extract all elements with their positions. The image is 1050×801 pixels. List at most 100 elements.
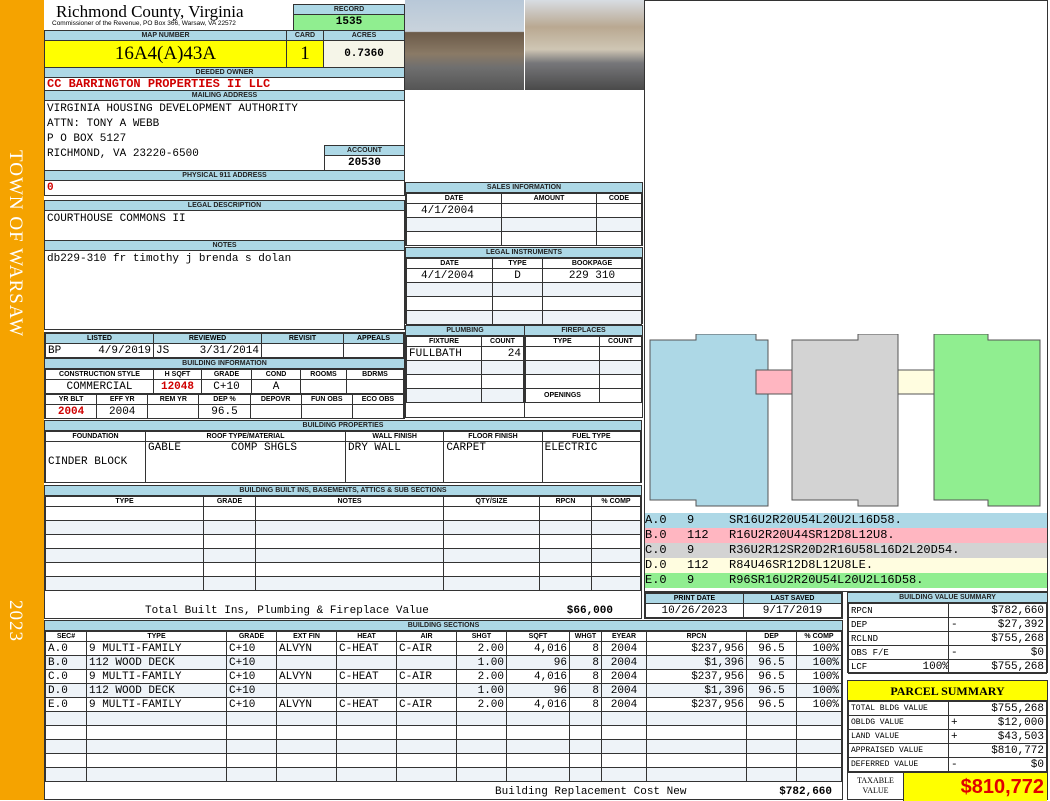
cell: [591, 506, 641, 521]
section-cell: C+10: [226, 641, 277, 656]
value-amount: - $27,392: [948, 617, 1047, 632]
county-title: Richmond County, Virginia: [56, 2, 244, 21]
cell: [591, 576, 641, 591]
cell: [443, 520, 540, 535]
parcel-summary-row: APPRAISED VALUE $810,772: [848, 743, 1047, 758]
section-cell: [746, 767, 797, 782]
map-number-section: MAP NUMBER CARD ACRES 16A4(A)43A 1 0.736…: [44, 30, 405, 68]
cell: [591, 534, 641, 549]
parcel-summary-title: PARCEL SUMMARY: [848, 681, 1047, 701]
sketch-legend: A.0 9 SR16U2R20U54L20U2L16D58. B.0 112 R16U2R…: [645, 513, 1047, 588]
built-ins-section: BUILDING BUILT INS, BASEMENTS, ATTICS & …: [44, 485, 642, 619]
fireplaces-section: FIREPLACES TYPE COUNT OPENINGS: [524, 325, 643, 418]
section-cell: 8: [569, 655, 602, 670]
cell: [255, 576, 444, 591]
section-cell: C+10: [226, 655, 277, 670]
value-number: $0: [1030, 646, 1044, 659]
section-cell: [646, 725, 747, 740]
value-label: DEP: [851, 619, 868, 630]
value-number: $755,268: [991, 702, 1044, 715]
cell: [443, 562, 540, 577]
section-cell: [746, 725, 797, 740]
sales-label: SALES INFORMATION: [406, 183, 642, 193]
value-pct: 100%: [920, 659, 949, 674]
section-cell: 96.5: [746, 641, 797, 656]
section-cell: C+10: [226, 669, 277, 684]
value-pct: [920, 617, 949, 632]
section-cell: [336, 725, 397, 740]
built-ins-total: $66,000: [566, 605, 613, 617]
section-cell: C+10: [226, 697, 277, 712]
reviewed-by: JS: [156, 344, 170, 357]
section-cell: ALVYN: [276, 697, 337, 712]
section-cell: 100%: [796, 683, 842, 698]
cell: [45, 506, 204, 521]
cell: [255, 534, 444, 549]
cell: [255, 520, 444, 535]
parcel-summary-row: DEFERRED VALUE - $0: [848, 757, 1047, 772]
parcel-summary: PARCEL SUMMARY TOTAL BLDG VALUE $755,268 O…: [847, 680, 1048, 801]
section-cell: [45, 767, 87, 782]
section-cell: [276, 725, 337, 740]
legend-code: 9: [687, 513, 695, 527]
section-row: A.0 9 MULTI-FAMILY C+10 ALVYN C-HEAT C-AIR 2.0…: [45, 641, 842, 656]
section-cell: 2.00: [456, 641, 507, 656]
parcel-item-value: + $43,503: [948, 729, 1047, 744]
cell: [443, 506, 540, 521]
value-number: $755,268: [991, 632, 1044, 645]
instrument-bookpage: 229 310: [542, 268, 642, 283]
built-ins-total-label: Total Built Ins, Plumbing & Fireplace Va…: [145, 605, 429, 617]
section-cell: C+10: [226, 683, 277, 698]
section-cell: 1.00: [456, 655, 507, 670]
cell: [539, 562, 592, 577]
section-cell: [226, 725, 277, 740]
section-cell: 2.00: [456, 697, 507, 712]
section-cell: D.0: [45, 683, 87, 698]
col-header: AIR: [396, 631, 457, 642]
section-cell: [86, 767, 227, 782]
physical-address-section: PHYSICAL 911 ADDRESS 0: [44, 170, 405, 196]
col-eff-yr: EFF YR: [96, 394, 149, 405]
section-cell: [45, 753, 87, 768]
section-cell: [396, 711, 457, 726]
section-row: [45, 767, 842, 782]
section-row: [45, 725, 842, 740]
section-cell: [86, 739, 227, 754]
cell: [443, 576, 540, 591]
parcel-summary-row: LAND VALUE + $43,503: [848, 729, 1047, 744]
col-type: TYPE: [525, 336, 600, 347]
section-cell: [601, 753, 647, 768]
section-cell: C-HEAT: [336, 697, 397, 712]
value-amount: $782,660: [948, 603, 1047, 618]
section-cell: [796, 711, 842, 726]
section-cell: 8: [569, 641, 602, 656]
cell: [203, 548, 256, 563]
card-number: 1: [287, 41, 324, 67]
col-bdrms: BDRMS: [346, 369, 404, 380]
col-foundation: FOUNDATION: [45, 431, 146, 442]
cell: [45, 562, 204, 577]
col-date: DATE: [406, 258, 493, 269]
sketch-legend-row: B.0 112 R16U2R20U44SR12D8L12U8.: [645, 528, 1047, 543]
col-header: EXT FIN: [276, 631, 337, 642]
sketch-legend-row: E.0 9 R96SR16U2R20U54L20U2L16D58.: [645, 573, 1047, 588]
sketch-section-a: [649, 334, 769, 507]
section-cell: $1,396: [646, 683, 747, 698]
col-rooms: ROOMS: [300, 369, 347, 380]
section-cell: E.0: [45, 697, 87, 712]
value-name: DEP: [848, 617, 921, 632]
section-cell: A.0: [45, 641, 87, 656]
section-cell: 2.00: [456, 669, 507, 684]
building-sections-label: BUILDING SECTIONS: [45, 621, 842, 631]
section-cell: [226, 739, 277, 754]
heated-sqft: 12048: [153, 379, 202, 394]
section-cell: C-AIR: [396, 669, 457, 684]
value-sign: -: [951, 646, 958, 659]
parcel-item-value: $755,268: [948, 701, 1047, 716]
cell: [591, 520, 641, 535]
value-summary-row: RCLND $755,268: [848, 631, 1047, 646]
section-cell: [456, 739, 507, 754]
section-cell: 4,016: [506, 697, 570, 712]
deeded-owner-section: DEEDED OWNER CC BARRINGTON PROPERTIES II…: [44, 67, 405, 91]
taxable-value-label: TAXABLE VALUE: [848, 773, 904, 801]
